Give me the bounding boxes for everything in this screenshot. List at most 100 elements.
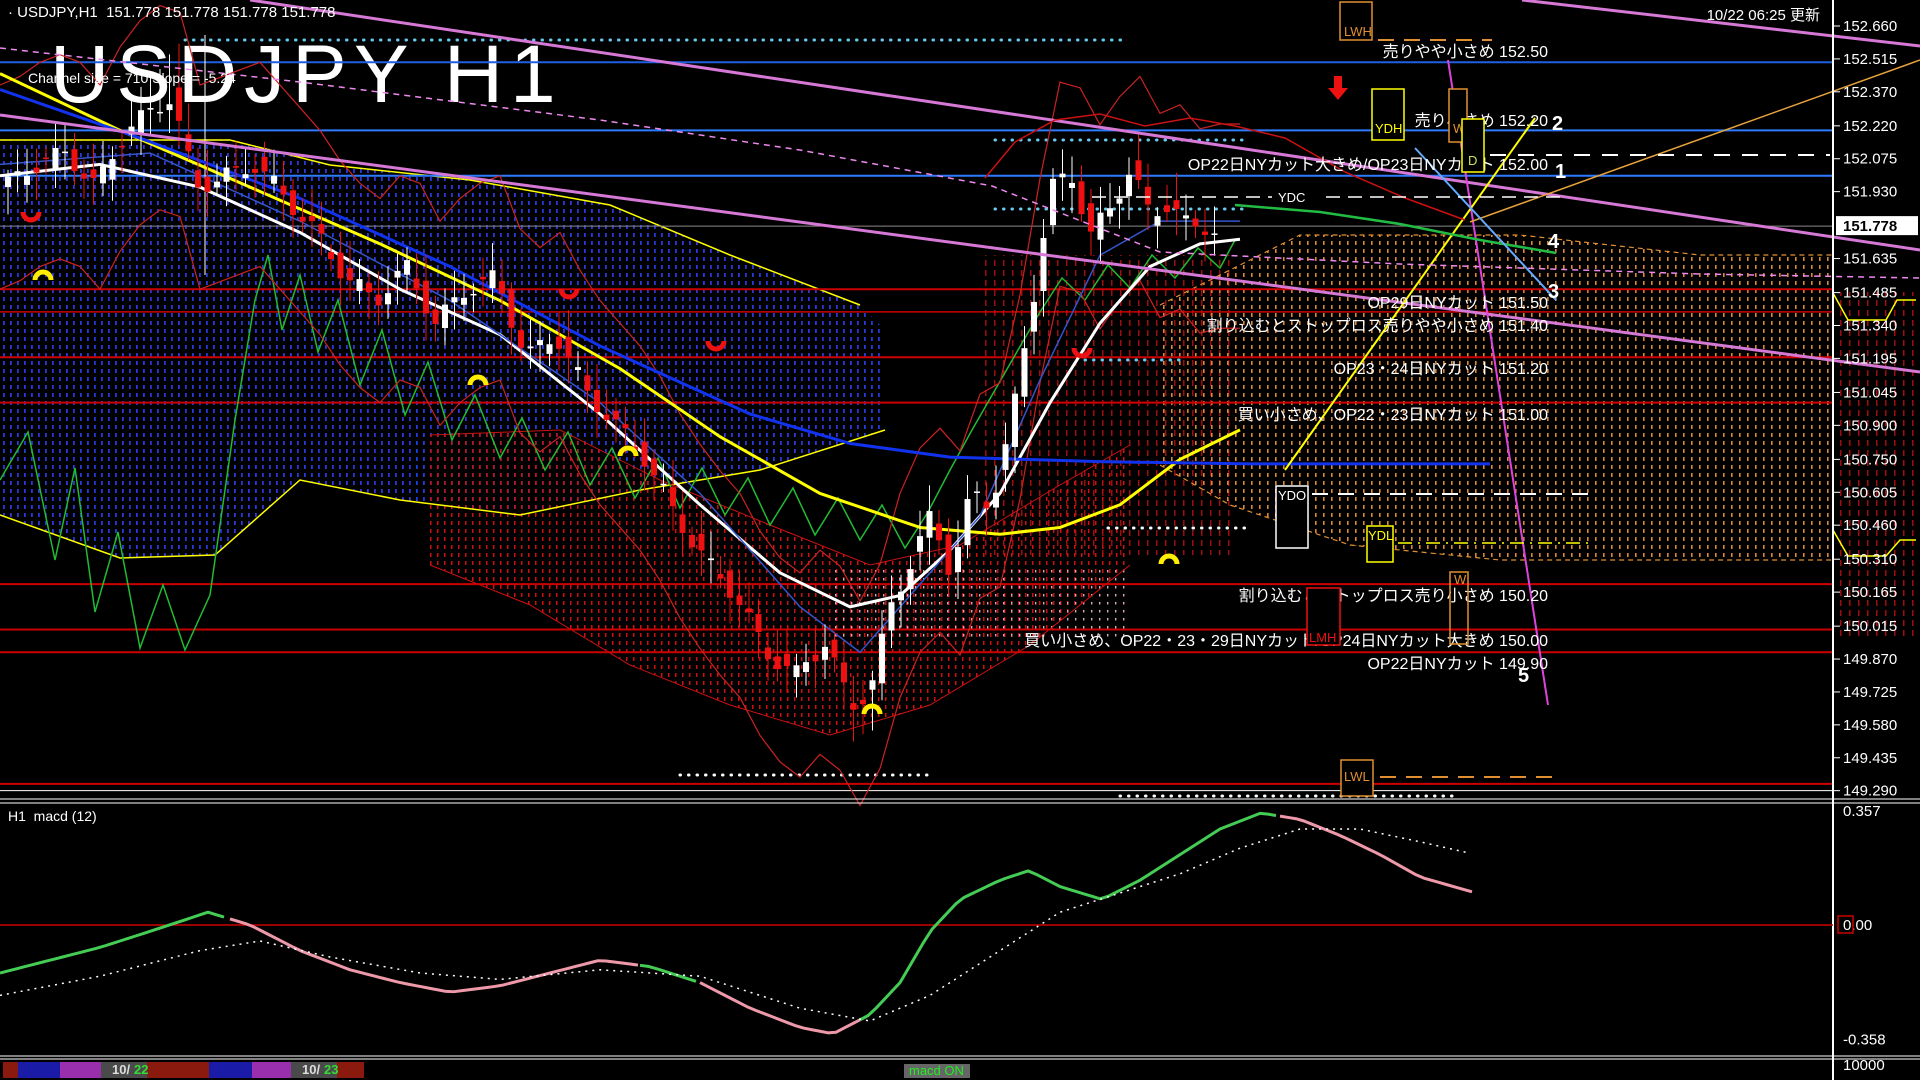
candle-body [945,534,952,575]
candle-body [271,175,277,184]
price-axis-label: 149.435 [1843,750,1897,767]
price-axis-label: 151.635 [1843,251,1897,268]
candle-body [233,166,239,168]
candle-body [204,176,211,192]
price-axis-label: 149.725 [1843,684,1897,701]
candle-body [100,166,106,184]
macd-main-line [859,811,1277,1022]
candle-body [556,336,562,349]
candle-body [660,483,667,486]
candle-body [14,171,21,176]
candle-body [717,574,724,579]
candle-body [993,492,999,508]
candle-body [337,252,344,279]
candle-body [375,294,382,306]
candle-body [43,157,49,160]
candle-body [537,340,543,346]
candle-body [651,458,657,476]
label-ydc: YDC [1278,190,1305,205]
candle-body [1154,216,1161,226]
candle-body [147,107,154,110]
candle-body [33,167,40,173]
candle-body [290,190,296,216]
quote-title: · USDJPY,H1 151.778 151.778 151.778 151.… [8,4,336,21]
candle-body [584,375,591,391]
candle-body [299,216,306,222]
wave-number-3: 3 [1548,281,1559,303]
order-annotation: OP29日NYカット 151.50 [1367,295,1548,312]
volume-axis-label: 10000 [1843,1057,1885,1074]
candle-body [907,569,914,590]
candle-body [1202,231,1208,235]
candle-body [594,389,600,412]
macd-axis-label: -0.358 [1843,1032,1886,1049]
candle-body [176,87,182,121]
wave-number-2: 2 [1552,113,1563,135]
candle-body [1097,212,1104,240]
candle-body [280,185,287,195]
timeline-segment [252,1062,291,1078]
label-box-text-LWL: LWL [1344,769,1370,784]
candle-body [1040,237,1047,291]
price-axis-label: 150.015 [1843,618,1897,635]
candle-body [470,293,477,296]
price-axis-label: 150.165 [1843,584,1897,601]
candle-body [613,410,619,420]
candle-body [955,547,961,573]
price-axis-label: 149.580 [1843,717,1897,734]
wave-number-4: 4 [1548,231,1560,253]
timeline-segment [337,1062,364,1078]
candle-body [736,595,743,606]
channel-info: Channel size = 710 Slope = -5.24 [28,70,236,86]
candle-body [1050,178,1056,226]
candle-body [1126,174,1132,197]
candle-body [765,647,771,660]
order-annotation: 買い小さめ、OP22・23・29日NYカット/OP24日NYカット大きめ 150… [1024,632,1548,650]
candle-body [71,149,78,172]
timeline-segment [209,1062,252,1078]
candle-body [936,523,942,541]
candle-body [185,134,192,152]
candle-body [489,270,496,289]
macd-axis-label: 0.00 [1843,917,1872,934]
label-box-text-LMH: LMH [1309,630,1336,645]
candle-body [413,278,420,289]
price-axis-label: 150.605 [1843,484,1897,501]
timeline-date: 10/ [302,1062,320,1077]
timeline-segment [60,1062,101,1078]
price-axis-label: 150.310 [1843,551,1897,568]
candle-body [727,570,733,598]
candle-body [1164,205,1170,213]
candle-body [1012,393,1018,447]
label-box-text-D: D [1468,153,1477,168]
candle-body [195,170,201,188]
order-annotation: 買い小さめ、OP22・23日NYカット 151.00 [1238,406,1548,424]
candle-body [898,591,904,601]
candle-body [166,104,173,111]
candle-body [679,514,686,533]
candle-body [461,297,467,305]
price-axis-label: 151.195 [1843,350,1897,367]
candle-body [746,608,752,613]
macd-axis-label: 0.357 [1843,803,1881,820]
candle-body [442,304,448,329]
candle-body [423,280,429,314]
order-annotation: 割り込むとストップロス売り小さめ 150.20 [1239,587,1548,605]
main-chart[interactable]: 売りやや小さめ 152.50売り小さめ 152.20OP22日NYカット大きめ/… [0,0,1920,1080]
candle-body [499,280,505,294]
candle-body [366,282,372,293]
candle-body [1021,348,1028,397]
candle-body [347,268,353,281]
wave-number-1: 1 [1555,161,1566,183]
candle-body [214,181,220,188]
candle-body [223,167,230,182]
timeline-segment [147,1062,209,1078]
candle-body [1069,182,1075,188]
macd-pane-label: H1 macd (12) [8,808,97,824]
timeline-date-day: 22 [134,1062,148,1077]
candle-body [5,176,11,188]
price-axis-label: 152.370 [1843,84,1897,101]
candle-body [698,533,705,551]
timeline-date-day: 23 [324,1062,338,1077]
down-arrow-icon [1328,88,1348,100]
